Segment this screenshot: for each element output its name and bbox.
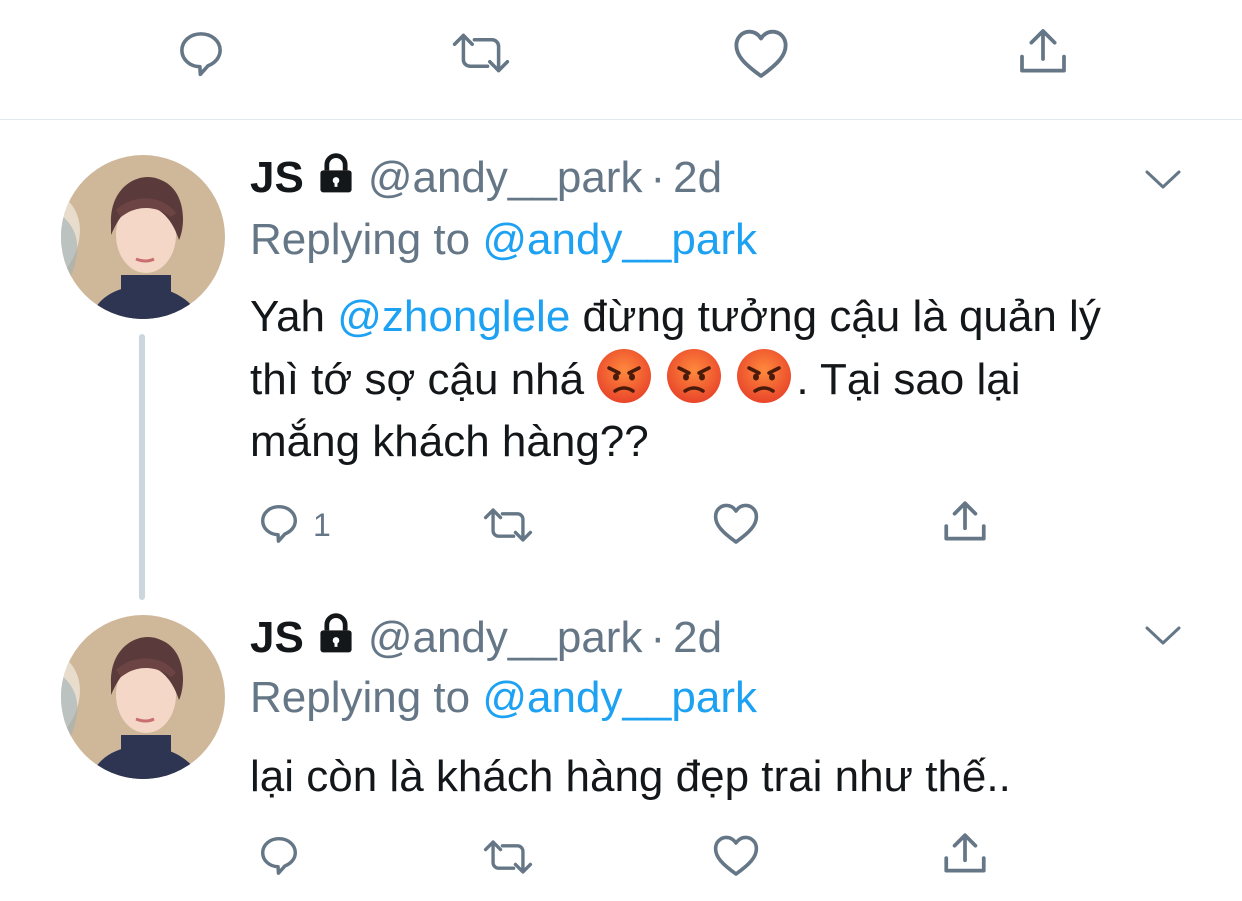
lock-icon (314, 152, 358, 210)
text-segment: thì tớ sợ cậu nhá (250, 355, 597, 404)
text-segment: mắng khách hàng?? (250, 417, 649, 466)
text-segment: Yah (250, 292, 338, 341)
timestamp[interactable]: 2d (673, 613, 722, 662)
chevron-down-icon[interactable] (1144, 168, 1182, 192)
like-icon[interactable] (712, 500, 760, 546)
text-segment: . Tại sao lại (796, 355, 1021, 404)
pouting-face-emoji (666, 348, 722, 404)
top-action-bar (0, 0, 1242, 119)
replying-to-mention[interactable]: @andy__park (482, 673, 757, 722)
share-icon[interactable] (940, 497, 990, 547)
share-icon[interactable] (1014, 24, 1072, 80)
reply-icon[interactable] (256, 500, 302, 546)
replying-prefix: Replying to (250, 215, 471, 264)
replying-to-mention[interactable]: @andy__park (482, 215, 757, 264)
tweet[interactable]: JS @andy__park · 2d Replying to @andy__park… (0, 580, 1242, 901)
replying-prefix: Replying to (250, 673, 471, 722)
tweet-header: JS @andy__park · 2d (250, 610, 722, 666)
tweet-header: JS @andy__park · 2d (250, 150, 722, 206)
timestamp[interactable]: 2d (673, 153, 722, 202)
text-segment: đừng tưởng cậu là quản lý (570, 292, 1101, 341)
lock-icon (314, 612, 358, 670)
avatar[interactable] (61, 615, 225, 779)
display-name[interactable]: JS (250, 613, 304, 662)
like-icon[interactable] (732, 26, 790, 80)
retweet-icon[interactable] (480, 834, 536, 880)
replying-to-line: Replying to @andy__park (250, 670, 757, 726)
separator-dot: · (650, 153, 666, 202)
reply-icon[interactable] (174, 26, 228, 80)
retweet-icon[interactable] (480, 502, 536, 548)
avatar[interactable] (61, 155, 225, 319)
chevron-down-icon[interactable] (1144, 624, 1182, 648)
reply-icon[interactable] (256, 832, 302, 878)
like-icon[interactable] (712, 832, 760, 878)
separator-dot: · (650, 613, 666, 662)
share-icon[interactable] (940, 829, 990, 879)
pouting-face-emoji (736, 348, 792, 404)
display-name[interactable]: JS (250, 153, 304, 202)
tweet-text: lại còn là khách hàng đẹp trai như thế.. (250, 752, 1011, 801)
pouting-face-emoji (596, 348, 652, 404)
user-handle[interactable]: @andy__park (368, 153, 643, 202)
replying-to-line: Replying to @andy__park (250, 212, 757, 268)
mention-link[interactable]: @zhonglele (337, 292, 570, 341)
retweet-icon[interactable] (448, 26, 514, 80)
reply-count: 1 (313, 507, 331, 543)
user-handle[interactable]: @andy__park (368, 613, 643, 662)
thread-line (139, 334, 145, 600)
tweet-text: Yah @zhonglele đừng tưởng cậu là quản lý… (250, 286, 1210, 473)
tweet[interactable]: JS @andy__park · 2d Replying to @andy__park… (0, 120, 1242, 610)
